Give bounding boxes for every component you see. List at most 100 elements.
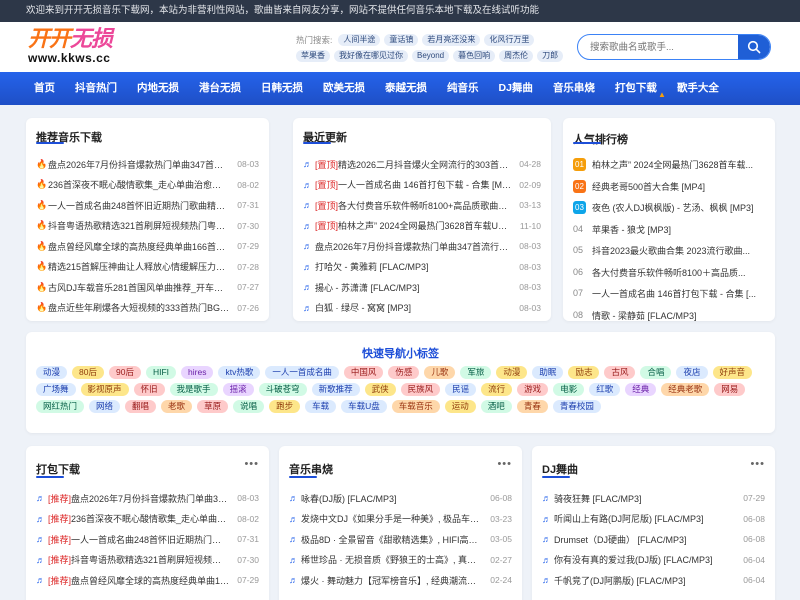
- quick-tag[interactable]: 怀旧: [133, 383, 165, 396]
- hot-tag[interactable]: 我好像在哪见过你: [334, 50, 408, 62]
- rank-item-title[interactable]: 各大付费音乐软件畅听8100＋高品质...: [592, 266, 765, 279]
- list-item-title[interactable]: 稀世珍品 · 无损音质《野狼王的士高》, 真空管...: [301, 553, 482, 566]
- quick-tag[interactable]: 酒吧: [480, 400, 512, 413]
- quick-tag[interactable]: 民族风: [400, 383, 441, 396]
- list-item[interactable]: 🔥 盘点近些年刷爆各大短视频的333首热门BGM流行 07-26: [36, 298, 259, 319]
- list-item-title[interactable]: 发烧中文DJ《如果分手是一种美》, 极品车载CL...: [301, 512, 482, 525]
- quick-tag[interactable]: ktv热歌: [218, 366, 261, 379]
- more-dots-icon[interactable]: •••: [497, 458, 512, 470]
- list-item[interactable]: ♬ 发烧中文DJ《如果分手是一种美》, 极品车载CL... 03-23: [289, 509, 512, 530]
- quick-tag[interactable]: hires: [181, 366, 214, 379]
- quick-tag[interactable]: 流行: [481, 383, 513, 396]
- hot-tag[interactable]: 童话镇: [384, 34, 419, 46]
- list-item[interactable]: ♬ 听闻山上有路(DJ阿尼版) [FLAC/MP3] 06-08: [542, 509, 765, 530]
- quick-tag[interactable]: 经典老歌: [661, 383, 710, 396]
- list-item-title[interactable]: 一人一首成名曲248首怀旧近期热门歌曲精选分享: [48, 199, 229, 212]
- list-item[interactable]: ♬ 盘点2026年7月份抖音爆款热门单曲347首流行歌单 08-03: [303, 236, 541, 257]
- list-item[interactable]: 🔥古风DJ车载音乐281首国风单曲推荐_开车必听的嗨 07-27: [36, 277, 259, 298]
- rank-item[interactable]: 04 苹果香 - 狼戈 [MP3]: [573, 219, 765, 241]
- nav-item-home[interactable]: 首页: [24, 72, 65, 105]
- list-item-title[interactable]: Drumset（DJ硬曲） [FLAC/MP3]: [554, 533, 735, 546]
- list-item-title[interactable]: 盘点2026年7月份抖音爆款热门单曲347首流行歌单: [48, 158, 229, 171]
- list-item[interactable]: 🔥盘点2026年7月份抖音爆款热门单曲347首流行歌单 08-03: [36, 154, 259, 175]
- nav-item-douyin[interactable]: 抖音热门: [65, 72, 127, 105]
- rank-item[interactable]: 01 柏林之声” 2024全网最热门3628首车载...: [573, 154, 765, 176]
- list-item-title[interactable]: 千帆竞了(DJ阿鹏版) [FLAC/MP3]: [554, 574, 735, 587]
- quick-tag[interactable]: 古风: [604, 366, 636, 379]
- quick-tag[interactable]: 红歌: [589, 383, 621, 396]
- rank-item[interactable]: 07 一人一首成名曲 146首打包下载 - 合集 [...: [573, 283, 765, 305]
- nav-item-dj[interactable]: DJ舞曲: [489, 72, 543, 105]
- nav-item-mainland[interactable]: 内地无损: [127, 72, 189, 105]
- list-item-title[interactable]: [推荐]236首深夜不眠心酸情歌集_走心单曲治...: [48, 512, 229, 525]
- list-item[interactable]: ♬ 爆火 · 舞动魅力【冠军榜音乐】, 经典潮流车载... 02-24: [289, 570, 512, 591]
- quick-tag[interactable]: 好声音: [712, 366, 753, 379]
- list-item-title[interactable]: 骑夜狂舞 [FLAC/MP3]: [554, 492, 735, 505]
- rank-item[interactable]: 06 各大付费音乐软件畅听8100＋高品质...: [573, 262, 765, 284]
- hot-tag[interactable]: 化风行万里: [484, 34, 535, 46]
- list-item[interactable]: ♬ [置顶]一人一首成名曲 146首打包下载 - 合集 [MP3] 02-09: [303, 175, 541, 196]
- quick-tag[interactable]: 车载音乐: [391, 400, 440, 413]
- list-item[interactable]: ♬ 稀世珍品 · 无损音质《野狼王的士高》, 真空管... 02-27: [289, 550, 512, 571]
- quick-tag[interactable]: 老歌: [161, 400, 193, 413]
- quick-tag[interactable]: HIFI: [145, 366, 177, 379]
- list-item[interactable]: 🔥 一人一首成名曲248首怀旧近期热门歌曲精选分享 07-31: [36, 195, 259, 216]
- list-item[interactable]: ♬ 极品8D · 全景留音《甜歌精选集》, HIFI高清车... 03-05: [289, 529, 512, 550]
- quick-tag[interactable]: 说唱: [233, 400, 265, 413]
- list-item-title[interactable]: 236首深夜不眠心酸情歌集_走心单曲治愈孤单情绪: [48, 178, 229, 191]
- rank-item-title[interactable]: 一人一首成名曲 146首打包下载 - 合集 [...: [592, 287, 765, 300]
- list-item-title[interactable]: [置顶]柏林之声” 2024全网最热门3628首车载U盘高: [315, 219, 512, 232]
- quick-tag[interactable]: 网红热门: [36, 400, 85, 413]
- list-item[interactable]: ♬ [推荐]一人一首成名曲248首怀旧近期热门歌曲... 07-31: [36, 529, 259, 550]
- list-item[interactable]: ♬ Drumset（DJ硬曲） [FLAC/MP3] 06-08: [542, 529, 765, 550]
- hot-tag[interactable]: 苹果香: [296, 50, 330, 62]
- quick-tag[interactable]: 武侠: [364, 383, 396, 396]
- quick-tag[interactable]: 车载: [305, 400, 337, 413]
- list-item-title[interactable]: 古风DJ车载音乐281首国风单曲推荐_开车必听的嗨: [48, 281, 229, 294]
- nav-item-medley[interactable]: 音乐串烧: [543, 72, 605, 105]
- hot-tag[interactable]: 周杰伦: [499, 50, 534, 62]
- quick-tag[interactable]: 我是歌手: [169, 383, 218, 396]
- search-button[interactable]: [738, 35, 770, 59]
- quick-tag[interactable]: 动漫: [496, 366, 528, 379]
- nav-item-hktw[interactable]: 港台无损: [189, 72, 251, 105]
- list-item[interactable]: 🔥盘点曾经风靡全球的高热度经典单曲166首必听歌单 07-29: [36, 236, 259, 257]
- quick-tag[interactable]: 动漫: [36, 366, 68, 379]
- list-item-title[interactable]: 白狐 · 绿尽 - 窝窝 [MP3]: [315, 301, 511, 314]
- list-item-title[interactable]: 盘点曾经风靡全球的高热度经典单曲166首必听歌单: [48, 240, 229, 253]
- list-item-title[interactable]: [推荐]一人一首成名曲248首怀旧近期热门歌曲...: [48, 533, 229, 546]
- nav-item-pack[interactable]: 打包下载 ▲: [605, 72, 667, 105]
- list-item-title[interactable]: 你有没有真的爱过我(DJ版) [FLAC/MP3]: [554, 553, 735, 566]
- quick-tag[interactable]: 摇滚: [222, 383, 254, 396]
- list-item[interactable]: ♬ [推荐]抖音粤语热歌精选321首刷屏短视频热门... 07-30: [36, 550, 259, 571]
- quick-tag[interactable]: 广场舞: [36, 383, 76, 396]
- rank-item-title[interactable]: 情歌 - 梁静茹 [FLAC/MP3]: [592, 309, 765, 321]
- quick-tag[interactable]: 中国风: [343, 366, 384, 379]
- rank-item-title[interactable]: 经典老哥500首大合集 [MP4]: [592, 180, 765, 193]
- quick-tag[interactable]: 伤感: [388, 366, 420, 379]
- quick-tag[interactable]: 经典: [625, 383, 657, 396]
- nav-item-pure[interactable]: 纯音乐: [437, 72, 489, 105]
- list-item-title[interactable]: [置顶]各大付费音乐软件畅听8100+高品质歌曲排行: [315, 199, 511, 212]
- list-item[interactable]: ♬ 白狐 · 绿尽 - 窝窝 [MP3] 08-03: [303, 298, 541, 319]
- list-item-title[interactable]: [置顶]精选2026二月抖音爆火全网流行的303首热门: [315, 158, 511, 171]
- nav-item-jpkr[interactable]: 日韩无损: [251, 72, 313, 105]
- quick-tag[interactable]: 励志: [568, 366, 600, 379]
- list-item[interactable]: ♬ 你有没有真的爱过我(DJ版) [FLAC/MP3] 06-04: [542, 550, 765, 571]
- quick-tag[interactable]: 青春校园: [552, 400, 601, 413]
- quick-tag[interactable]: 网络: [89, 400, 121, 413]
- quick-tag[interactable]: 军旅: [460, 366, 492, 379]
- quick-tag[interactable]: 90后: [108, 366, 141, 379]
- list-item-title[interactable]: 精选215首解压神曲让人释放心情缓解压力深夜治愈: [48, 260, 229, 273]
- quick-tag[interactable]: 民谣: [445, 383, 477, 396]
- nav-item-singers[interactable]: 歌手大全: [667, 72, 729, 105]
- list-item-title[interactable]: 盘点近些年刷爆各大短视频的333首热门BGM流行: [48, 301, 229, 314]
- quick-tag[interactable]: 影视原声: [80, 383, 129, 396]
- rank-item-title[interactable]: 夜色 (农人DJ枫枫版) - 艺汤、枫枫 [MP3]: [592, 201, 765, 214]
- quick-tag[interactable]: 游戏: [517, 383, 549, 396]
- quick-tag[interactable]: 80后: [72, 366, 104, 379]
- hot-tag[interactable]: 刀郎: [537, 50, 564, 62]
- list-item-title[interactable]: 揚心 - 苏潇潇 [FLAC/MP3]: [315, 281, 511, 294]
- list-item[interactable]: ♬ [推荐]盘点曾经风靡全球的高热度经典单曲166... 07-29: [36, 570, 259, 591]
- quick-tag[interactable]: 翻唱: [125, 400, 157, 413]
